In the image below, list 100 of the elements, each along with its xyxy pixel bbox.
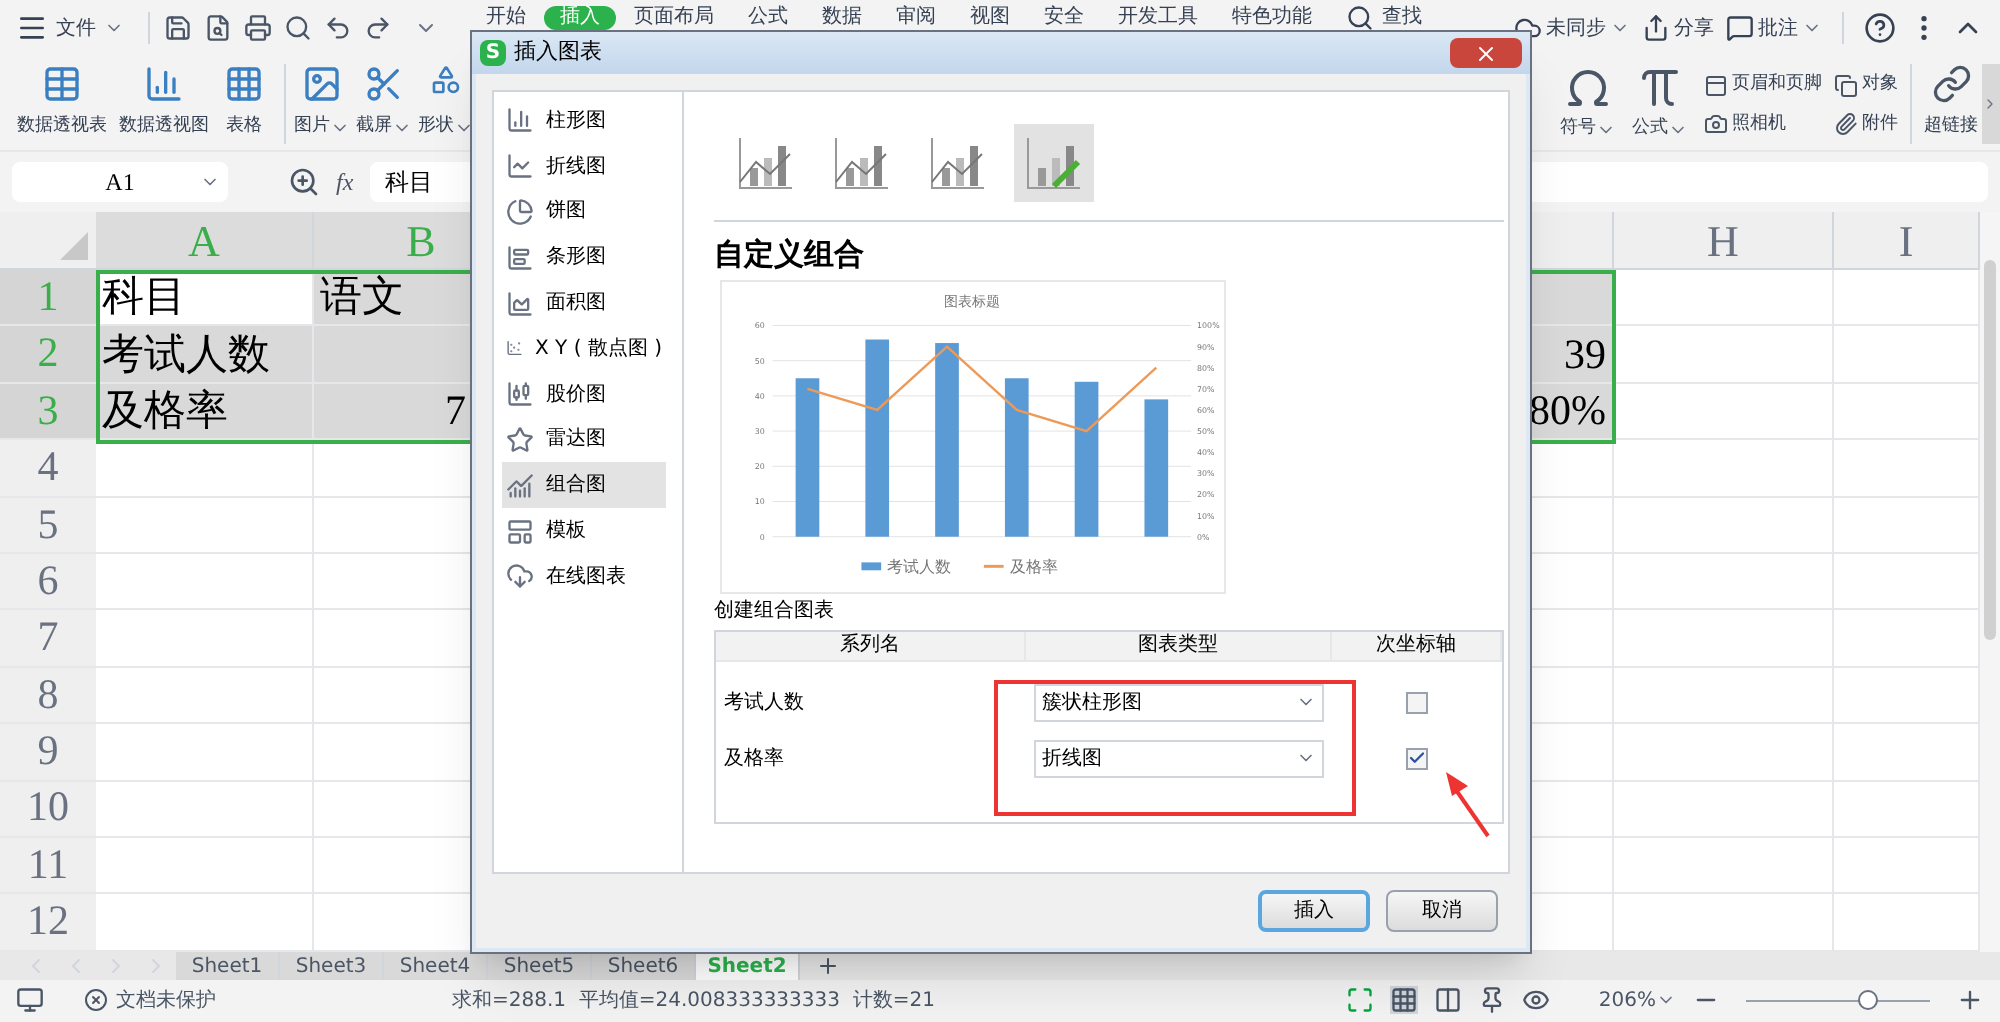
freeze-icon[interactable] — [1478, 986, 1507, 1015]
search-icon[interactable] — [284, 14, 312, 42]
column-header: 图表类型 — [1138, 634, 1218, 658]
preview-icon[interactable] — [204, 14, 232, 42]
chart-type-item[interactable]: 折线图 — [502, 143, 666, 190]
sheet-tab[interactable]: Sheet1 — [176, 951, 280, 980]
row-header[interactable]: 5 — [0, 497, 96, 552]
sheet-tab[interactable]: Sheet3 — [280, 951, 384, 980]
ribbon-button[interactable]: 符号 — [1560, 64, 1616, 143]
page-break-icon[interactable] — [1434, 986, 1463, 1015]
link-icon — [1931, 64, 1971, 104]
annotation-arrow — [1440, 766, 1492, 838]
image-icon — [302, 64, 342, 104]
ribbon-tab[interactable]: 数据 — [806, 6, 878, 30]
function-label[interactable]: fx — [336, 164, 354, 200]
ribbon-button[interactable]: 照相机 — [1704, 111, 1822, 138]
row-header[interactable]: 6 — [0, 553, 96, 609]
secondary-axis-checkbox[interactable] — [1406, 747, 1428, 769]
help-icon[interactable] — [1864, 12, 1896, 44]
ribbon-tab[interactable]: 开始 — [470, 6, 542, 30]
undo-icon[interactable] — [324, 14, 352, 42]
legend-label: 及格率 — [1009, 558, 1058, 577]
zoom-icon[interactable] — [288, 166, 320, 198]
share-icon — [1642, 14, 1670, 42]
comment-icon — [1726, 14, 1754, 42]
protection-status[interactable]: 文档未保护 — [116, 985, 216, 1016]
scissors-icon — [364, 64, 404, 104]
fullscreen-icon[interactable] — [1346, 986, 1375, 1015]
sheet-tab[interactable]: Sheet4 — [384, 951, 488, 980]
save-icon[interactable] — [164, 14, 192, 42]
ribbon-button[interactable]: 形状 — [418, 64, 474, 141]
search-button[interactable]: 查找 — [1330, 4, 1438, 32]
toolbar-button[interactable]: 分享 — [1642, 13, 1714, 43]
normal-view-icon[interactable] — [1390, 986, 1419, 1015]
toolbar-button[interactable]: 批注 — [1726, 13, 1822, 43]
column-header[interactable]: I — [1898, 207, 1914, 273]
zoom-in-icon[interactable] — [1956, 986, 1984, 1015]
row-header[interactable]: 4 — [0, 440, 96, 496]
chart-type-item[interactable]: 模板 — [502, 508, 666, 554]
cell: 及格率 — [96, 383, 314, 439]
ribbon-tab[interactable]: 开发工具 — [1102, 6, 1214, 30]
ribbon-button[interactable]: 对象 — [1834, 72, 1898, 99]
ribbon-button[interactable]: 超链接 — [1924, 64, 1978, 141]
eye-icon[interactable] — [1522, 986, 1551, 1015]
monitor-icon[interactable] — [16, 986, 44, 1015]
row-header[interactable]: 7 — [0, 610, 96, 666]
ribbon-tab[interactable]: 审阅 — [880, 6, 952, 30]
chart-type-item[interactable]: X Y ( 散点图 ) — [502, 325, 666, 372]
chart-type-item[interactable]: 饼图 — [502, 189, 666, 235]
legend-label: 考试人数 — [887, 558, 952, 577]
star-icon — [506, 425, 534, 454]
ribbon-tab[interactable]: 页面布局 — [618, 6, 730, 30]
name-box[interactable]: A1 — [12, 162, 228, 202]
row-header[interactable]: 12 — [0, 894, 96, 950]
close-button[interactable] — [1450, 38, 1522, 68]
ribbon-button[interactable]: 附件 — [1834, 111, 1898, 138]
column-header[interactable]: H — [1707, 207, 1739, 273]
ribbon-button[interactable]: 表格 — [218, 64, 270, 141]
camera-icon — [1704, 112, 1728, 137]
omega-icon — [1564, 64, 1612, 112]
chart-type-dropdown[interactable]: 簇状柱形图 — [1034, 683, 1324, 721]
row-header[interactable]: 8 — [0, 667, 96, 723]
row-header[interactable]: 11 — [0, 837, 96, 893]
dialog-button[interactable]: 取消 — [1386, 890, 1498, 932]
vertical-scrollbar[interactable] — [1980, 212, 2000, 952]
legend-item: 考试人数 — [861, 558, 952, 577]
redo-icon[interactable] — [364, 14, 392, 42]
app-logo: S — [480, 40, 506, 66]
ribbon-button[interactable]: 数据透视图 — [116, 64, 212, 141]
row-header[interactable]: 10 — [0, 781, 96, 836]
file-menu[interactable]: 文件 — [16, 12, 140, 44]
print-icon[interactable] — [244, 14, 272, 42]
ribbon-tab[interactable]: 公式 — [732, 6, 804, 30]
chart-type-item[interactable]: 柱形图 — [502, 98, 666, 144]
chart-type-item[interactable]: 组合图 — [502, 462, 666, 509]
zoom-slider-thumb[interactable] — [1857, 990, 1878, 1011]
row-header[interactable]: 9 — [0, 724, 96, 780]
pi-icon — [1636, 64, 1684, 112]
zoom-level[interactable]: 206% — [1598, 985, 1676, 1016]
chart-type-dropdown[interactable]: 折线图 — [1034, 739, 1324, 777]
ribbon-button[interactable]: 图片 — [294, 64, 350, 141]
unprotected-icon — [84, 988, 108, 1013]
combo-chart-icon — [1026, 137, 1082, 189]
chart-type-item[interactable]: 在线图表 — [502, 553, 666, 600]
ribbon-tab[interactable]: 特色功能 — [1216, 6, 1328, 30]
ribbon-button[interactable]: 数据透视表 — [14, 64, 110, 141]
cell: 考试人数 — [96, 326, 314, 382]
secondary-axis-checkbox[interactable] — [1406, 691, 1428, 713]
column-header: 系列名 — [840, 634, 900, 658]
add-sheet-icon[interactable] — [816, 953, 840, 978]
dialog-button[interactable]: 插入 — [1258, 890, 1370, 932]
ribbon-button[interactable]: 公式 — [1632, 64, 1688, 143]
ribbon-tab[interactable]: 安全 — [1028, 6, 1100, 30]
series-name: 及格率 — [722, 745, 786, 773]
ribbon-button[interactable]: 页眉和页脚 — [1704, 72, 1822, 99]
ribbon-button[interactable]: 截屏 — [356, 64, 412, 141]
legend-item: 及格率 — [983, 558, 1058, 577]
shapes-icon — [430, 64, 462, 96]
ribbon-tab[interactable]: 视图 — [954, 6, 1026, 30]
chart-variant[interactable] — [1014, 124, 1094, 202]
